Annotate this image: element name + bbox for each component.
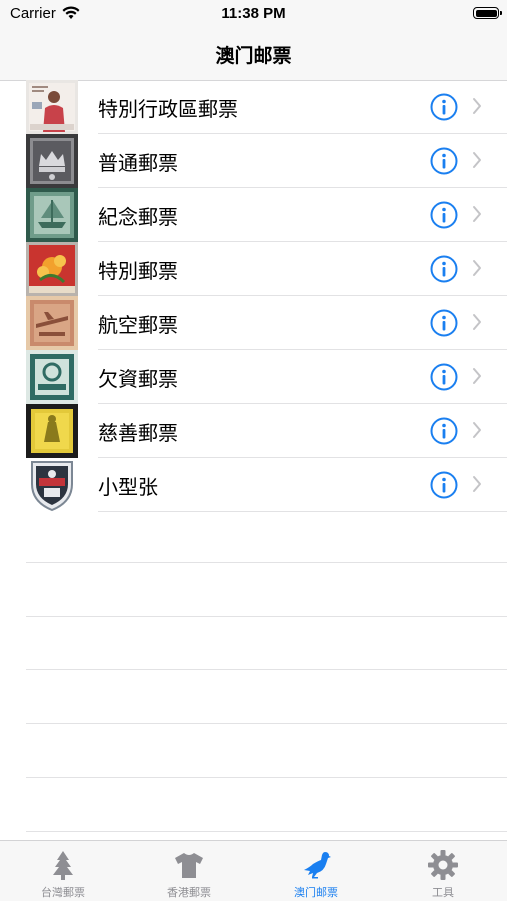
page-title: 澳门邮票 — [215, 45, 292, 67]
empty-row-separator — [26, 616, 507, 617]
list-item-postage-due[interactable]: 欠資郵票 — [0, 350, 507, 404]
chevron-right-icon — [473, 260, 481, 276]
list-item-label: 特別行政區郵票 — [98, 97, 238, 121]
empty-row-separator — [26, 723, 507, 724]
chevron-right-icon — [473, 368, 481, 384]
tab-tools[interactable]: 工具 — [380, 841, 506, 901]
tab-label: 澳门邮票 — [294, 886, 338, 899]
empty-row-separator — [26, 831, 507, 832]
chevron-right-icon — [473, 98, 481, 114]
list-item-charity[interactable]: 慈善郵票 — [0, 404, 507, 458]
bird-icon — [304, 852, 331, 879]
list-item-label: 普通郵票 — [98, 151, 178, 175]
info-icon[interactable] — [430, 309, 458, 337]
empty-row-separator — [26, 669, 507, 670]
list-item-special[interactable]: 特別郵票 — [0, 242, 507, 296]
stamp-thumbnail — [26, 80, 78, 134]
tab-label: 香港郵票 — [167, 886, 211, 899]
stamp-thumbnail — [26, 404, 78, 458]
tshirt-icon — [175, 853, 203, 878]
gear-icon — [428, 850, 458, 880]
empty-row-separator — [26, 562, 507, 563]
row-separator — [98, 511, 507, 512]
chevron-right-icon — [473, 152, 481, 168]
status-time: 11:38 PM — [221, 5, 286, 22]
chevron-right-icon — [473, 422, 481, 438]
status-bar: Carrier 11:38 PM — [0, 0, 507, 28]
tab-taiwan-stamps[interactable]: 台灣郵票 — [0, 841, 126, 901]
tab-macau-stamps[interactable]: 澳门邮票 — [253, 841, 379, 901]
category-list: 特別行政區郵票 普通郵票 紀念郵票 特別郵票 航空郵票 欠資郵票 慈善郵票 小型… — [0, 80, 507, 512]
stamp-thumbnail — [26, 242, 78, 296]
navigation-bar: 澳门邮票 — [0, 28, 507, 81]
list-item-definitive[interactable]: 普通郵票 — [0, 134, 507, 188]
stamp-thumbnail — [26, 134, 78, 188]
stamp-thumbnail — [26, 350, 78, 404]
chevron-right-icon — [473, 314, 481, 330]
list-item-label: 紀念郵票 — [98, 205, 178, 229]
tab-label: 工具 — [432, 886, 454, 899]
info-icon[interactable] — [430, 93, 458, 121]
chevron-right-icon — [473, 476, 481, 492]
list-item-souvenir-sheet[interactable]: 小型张 — [0, 458, 507, 512]
stamp-thumbnail — [26, 188, 78, 242]
tab-bar: 台灣郵票 香港郵票 澳门邮票 工具 — [0, 840, 507, 901]
list-item-airmail[interactable]: 航空郵票 — [0, 296, 507, 350]
info-icon[interactable] — [430, 417, 458, 445]
info-icon[interactable] — [430, 255, 458, 283]
info-icon[interactable] — [430, 147, 458, 175]
info-icon[interactable] — [430, 363, 458, 391]
tab-hongkong-stamps[interactable]: 香港郵票 — [126, 841, 252, 901]
list-item-label: 欠資郵票 — [98, 367, 178, 391]
battery-icon — [473, 7, 502, 19]
list-item-label: 航空郵票 — [98, 313, 178, 337]
info-icon[interactable] — [430, 471, 458, 499]
list-item-label: 特別郵票 — [98, 259, 178, 283]
chevron-right-icon — [473, 206, 481, 222]
tree-icon — [53, 851, 73, 880]
tab-label: 台灣郵票 — [41, 886, 85, 899]
info-icon[interactable] — [430, 201, 458, 229]
list-item-special-admin-region[interactable]: 特別行政區郵票 — [0, 80, 507, 134]
list-item-label: 小型张 — [98, 475, 158, 499]
list-item-commemorative[interactable]: 紀念郵票 — [0, 188, 507, 242]
stamp-thumbnail — [26, 296, 78, 350]
list-item-label: 慈善郵票 — [98, 421, 178, 445]
empty-row-separator — [26, 777, 507, 778]
shield-emblem-thumbnail — [26, 458, 78, 512]
